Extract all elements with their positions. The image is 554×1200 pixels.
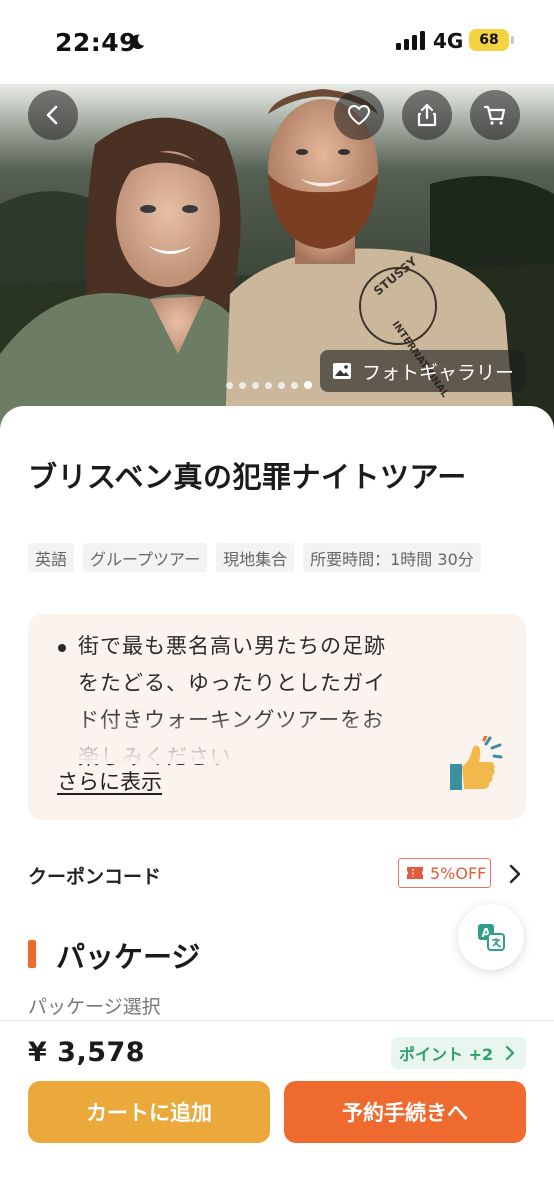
image-icon — [333, 363, 351, 379]
cart-icon — [483, 105, 506, 125]
signal-icon — [396, 31, 425, 50]
pagination-dot — [226, 381, 233, 389]
show-more-link[interactable]: さらに表示 — [57, 766, 162, 796]
coupon-discount: 5%OFF — [430, 863, 487, 883]
battery-icon: 68 — [469, 29, 509, 51]
chevron-right-icon — [509, 864, 521, 884]
moon-icon — [130, 34, 145, 50]
product-title: ブリスベン真の犯罪ナイトツアー — [28, 460, 467, 494]
description-line: 街で最も悪名高い男たちの足跡 — [78, 634, 386, 658]
translate-icon: A — [478, 924, 505, 951]
tag-duration: 所要時間：1時間 30分 — [303, 543, 481, 572]
pagination-dot — [252, 381, 259, 389]
ticket-icon — [407, 867, 423, 879]
cart-button[interactable] — [470, 90, 520, 140]
pagination-dot — [265, 381, 272, 389]
favorite-button[interactable] — [334, 90, 384, 140]
section-accent-bar — [28, 940, 36, 968]
hero-photo[interactable]: STUSSY INTERNATIONAL フォトギャラリー — [0, 84, 554, 430]
share-button[interactable] — [402, 90, 452, 140]
product-sheet: ブリスベン真の犯罪ナイトツアー 英語 グループツアー 現地集合 所要時間：1時間… — [0, 406, 554, 1020]
book-now-button[interactable]: 予約手続きへ — [284, 1081, 526, 1143]
package-subtitle: パッケージ選択 — [28, 996, 161, 1018]
share-icon — [417, 103, 437, 127]
description-line: をたどる、ゆったりとしたガイ — [78, 671, 386, 695]
pagination-dot — [291, 381, 298, 389]
tag-language: 英語 — [28, 543, 75, 572]
tag-meeting-point: 現地集合 — [216, 543, 295, 572]
points-label: ポイント +2 — [399, 1045, 494, 1064]
photo-gallery-button[interactable]: フォトギャラリー — [320, 350, 525, 392]
coupon-label: クーポンコード — [28, 866, 162, 888]
product-tags: 英語 グループツアー 現地集合 所要時間：1時間 30分 — [28, 543, 481, 572]
thumbs-up-icon — [450, 736, 503, 790]
pagination-dot-active — [304, 381, 312, 389]
pagination-dot — [239, 381, 246, 389]
package-title: パッケージ — [56, 940, 201, 974]
chevron-right-icon — [506, 1045, 515, 1061]
translate-button[interactable]: A — [458, 904, 524, 970]
gallery-label: フォトギャラリー — [362, 361, 515, 384]
coupon-badge: 5%OFF — [398, 858, 491, 888]
add-to-cart-button[interactable]: カートに追加 — [28, 1081, 270, 1143]
photo-pagination — [226, 381, 312, 389]
status-time: 22:49 — [55, 28, 138, 57]
battery-tip — [511, 36, 514, 44]
points-badge[interactable]: ポイント +2 — [391, 1037, 526, 1069]
back-arrow-icon — [46, 105, 58, 125]
pagination-dot — [278, 381, 285, 389]
status-bar: 22:49 4G 68 — [0, 0, 554, 84]
back-button[interactable] — [28, 90, 78, 140]
bottom-action-bar: ¥ 3,578 ポイント +2 カートに追加 予約手続きへ — [0, 1020, 554, 1200]
heart-icon — [348, 105, 370, 125]
coupon-row[interactable]: クーポンコード 5%OFF — [0, 846, 554, 902]
description-box: 街で最も悪名高い男たちの足跡 をたどる、ゆったりとしたガイ ド付きウォーキングツ… — [28, 614, 526, 820]
tag-group-tour: グループツアー — [83, 543, 208, 572]
network-label: 4G — [433, 29, 464, 53]
price: ¥ 3,578 — [28, 1037, 146, 1068]
bullet-icon — [58, 644, 66, 652]
